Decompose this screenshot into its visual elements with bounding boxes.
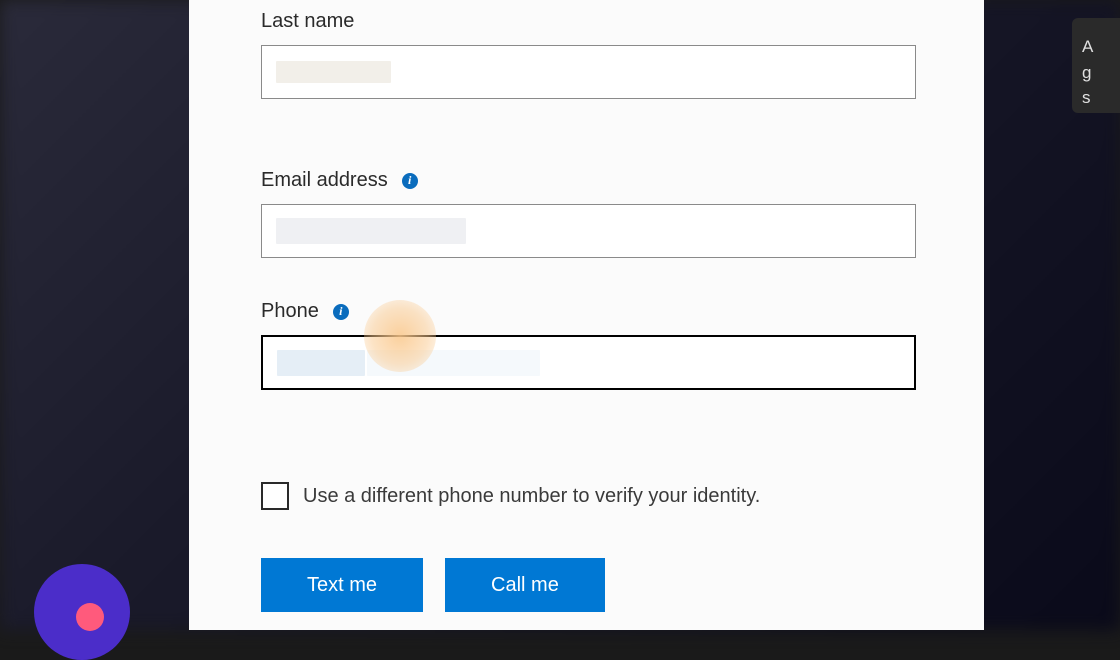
alt-phone-checkbox-row: Use a different phone number to verify y… [261,482,912,510]
info-icon[interactable]: i [333,304,349,320]
lastname-label-text: Last name [261,10,354,33]
redacted-value [367,350,540,376]
redacted-value [276,61,391,83]
phone-label-text: Phone [261,300,319,323]
lastname-label: Last name [261,10,912,33]
redacted-value [277,350,365,376]
lastname-group: Last name [261,10,912,99]
alt-phone-checkbox-label: Use a different phone number to verify y… [303,485,760,508]
text-me-button[interactable]: Text me [261,558,423,612]
info-icon[interactable]: i [402,173,418,189]
verify-button-row: Text me Call me [261,558,912,612]
email-label-text: Email address [261,169,388,192]
email-input[interactable] [261,204,916,258]
redacted-value [276,218,466,244]
side-tooltip-line: s [1082,85,1110,111]
call-me-button[interactable]: Call me [445,558,605,612]
side-tooltip-line: g [1082,60,1110,86]
screen-record-icon[interactable] [34,564,130,660]
phone-group: Phone i [261,300,912,390]
alt-phone-checkbox[interactable] [261,482,289,510]
email-label: Email address i [261,169,912,192]
phone-input[interactable] [261,335,916,390]
email-group: Email address i [261,169,912,258]
lastname-input[interactable] [261,45,916,99]
phone-label: Phone i [261,300,912,323]
side-tooltip-panel: A g s [1072,18,1120,113]
form-card: Last name Email address i Phone i Use a … [189,0,984,630]
side-tooltip-line: A [1082,34,1110,60]
